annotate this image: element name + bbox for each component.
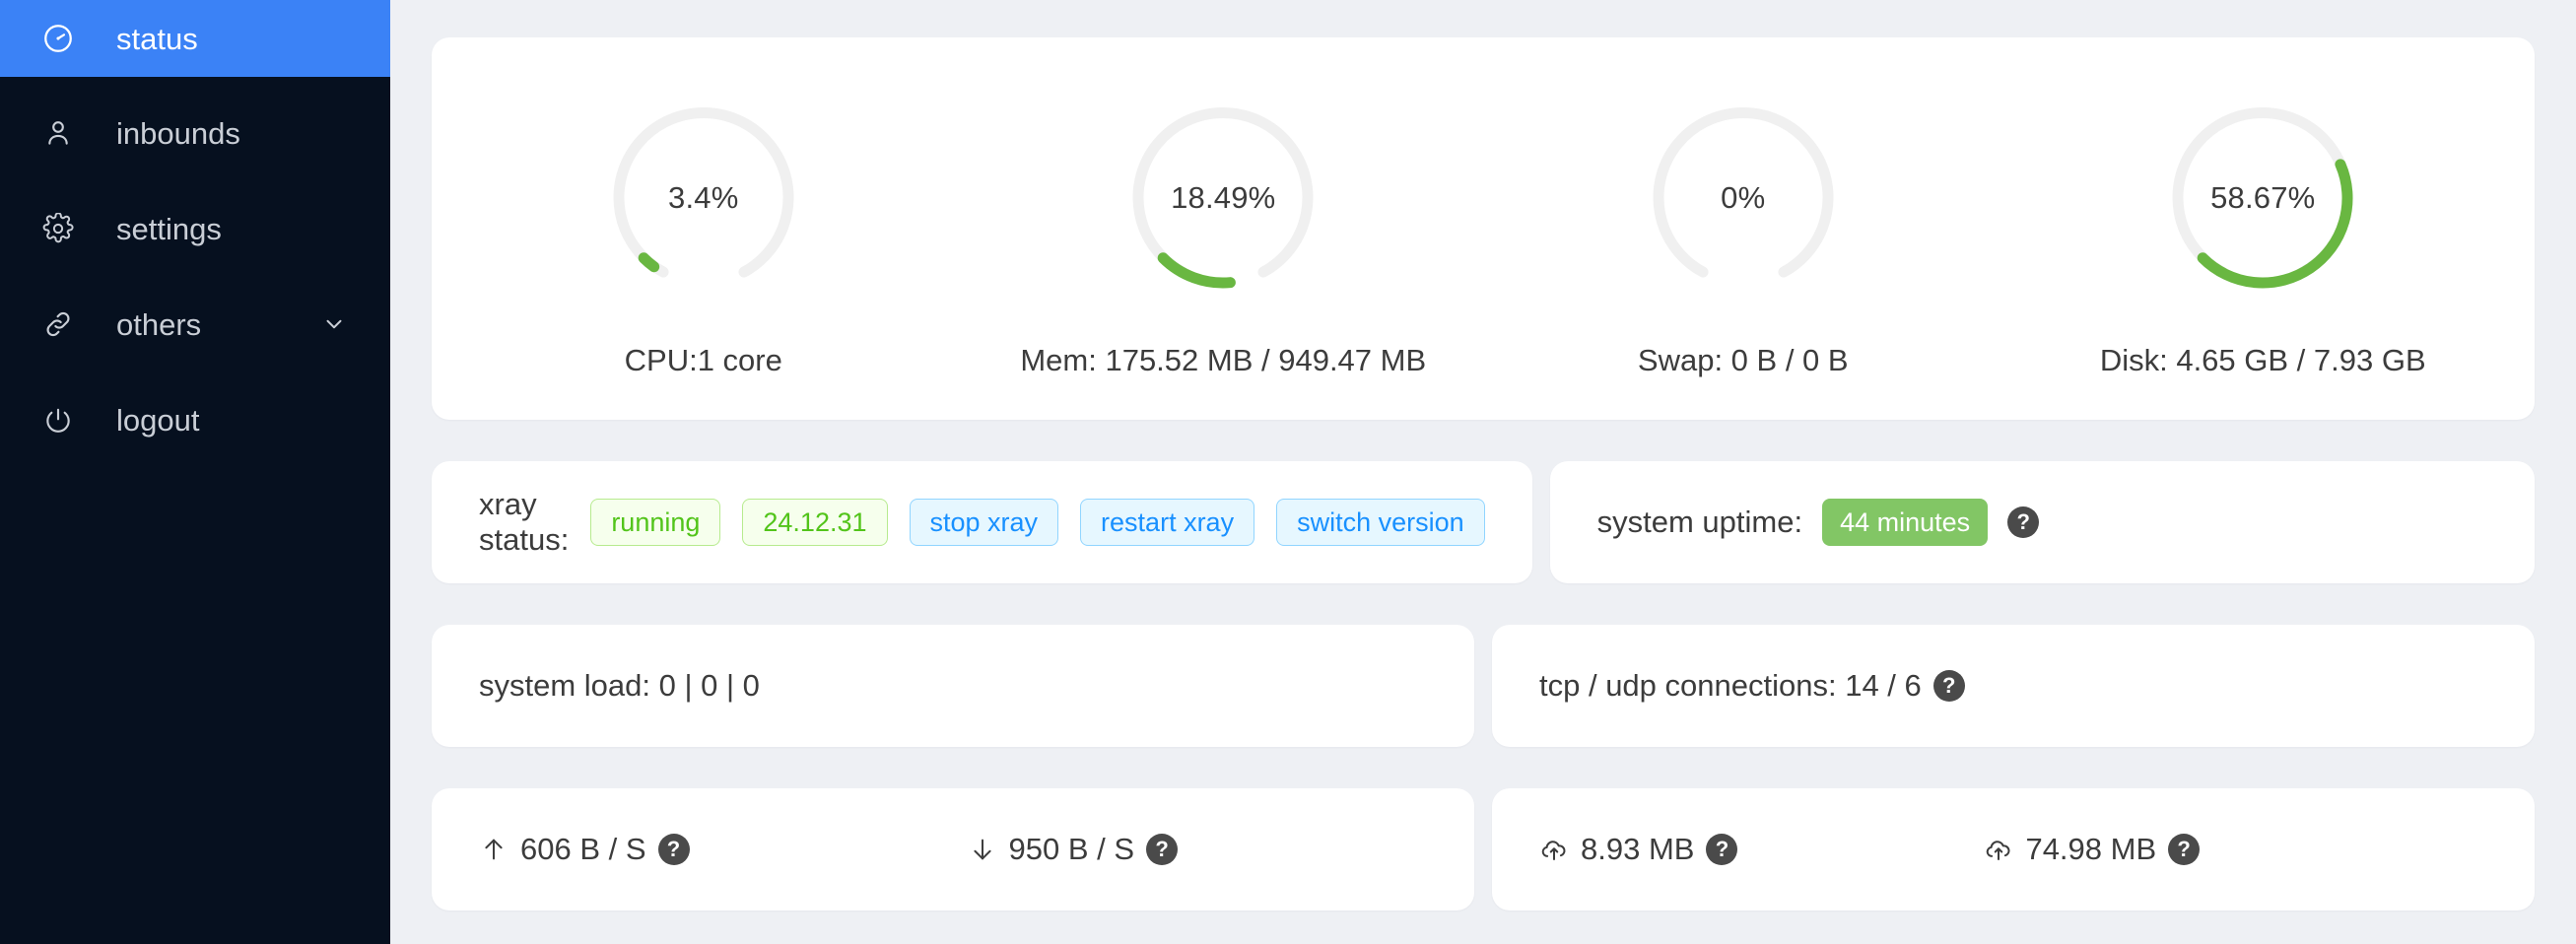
user-icon bbox=[39, 114, 77, 152]
link-icon bbox=[39, 305, 77, 343]
status-row-1: xray status: running 24.12.31 stop xray … bbox=[432, 461, 2535, 583]
stop-xray-button[interactable]: stop xray bbox=[909, 499, 1059, 546]
gauge-dial: 3.4% bbox=[584, 79, 823, 317]
system-uptime-label: system uptime: bbox=[1596, 505, 1803, 539]
cloud-upload-icon bbox=[1984, 835, 2013, 864]
switch-version-button[interactable]: switch version bbox=[1276, 499, 1485, 546]
traffic-speed-card: 606 B / S ? 950 B / S ? bbox=[432, 788, 1474, 910]
gauge-dial: 58.67% bbox=[2143, 79, 2382, 317]
gauge-disk: 58.67% Disk: 4.65 GB / 7.93 GB bbox=[2003, 79, 2524, 378]
gauge-value: 0% bbox=[1721, 180, 1766, 215]
gauge-swap: 0% Swap: 0 B / 0 B bbox=[1483, 79, 2003, 378]
gauge-label: Disk: 4.65 GB / 7.93 GB bbox=[2099, 343, 2426, 377]
help-icon[interactable]: ? bbox=[1146, 834, 1179, 865]
sidebar-item-logout[interactable]: logout bbox=[0, 381, 390, 458]
xray-version-pill[interactable]: 24.12.31 bbox=[742, 499, 888, 546]
connections-help-wrap: ? bbox=[1932, 670, 1965, 702]
sidebar-item-label: status bbox=[116, 21, 198, 56]
status-row-3: 606 B / S ? 950 B / S ? 8.93 MB ? 74.98 … bbox=[432, 788, 2535, 910]
gauge-label: CPU:1 core bbox=[624, 343, 782, 377]
help-icon[interactable]: ? bbox=[2168, 834, 2201, 865]
gauge-mem: 18.49% Mem: 175.52 MB / 949.47 MB bbox=[964, 79, 1484, 378]
total-received-text: 74.98 MB bbox=[2025, 832, 2157, 866]
upload-speed-text: 606 B / S bbox=[520, 832, 646, 866]
gauge-dial: 18.49% bbox=[1104, 79, 1342, 317]
arrow-up-icon bbox=[479, 835, 508, 864]
arrow-down-icon bbox=[968, 835, 997, 864]
system-uptime-badge: 44 minutes bbox=[1822, 499, 1989, 546]
speed-group: 606 B / S ? 950 B / S ? bbox=[479, 832, 1427, 867]
total-received: 74.98 MB ? bbox=[1984, 832, 2201, 867]
sidebar-item-status[interactable]: status bbox=[0, 0, 390, 77]
download-speed-text: 950 B / S bbox=[1008, 832, 1135, 866]
gauge-dial: 0% bbox=[1624, 79, 1863, 317]
gauge-label: Swap: 0 B / 0 B bbox=[1637, 343, 1849, 377]
connections-text: tcp / udp connections: 14 / 6 bbox=[1539, 668, 1922, 703]
help-icon[interactable]: ? bbox=[657, 834, 690, 865]
help-icon[interactable]: ? bbox=[1932, 670, 1965, 702]
gauge-progress bbox=[1157, 252, 1237, 289]
system-uptime-card: system uptime: 44 minutes ? bbox=[1549, 461, 2535, 583]
dashboard-icon bbox=[39, 20, 77, 57]
sidebar-item-settings[interactable]: settings bbox=[0, 190, 390, 267]
sidebar: status inbounds settings others logout bbox=[0, 0, 390, 944]
gauge-label: Mem: 175.52 MB / 949.47 MB bbox=[1020, 343, 1427, 377]
connections-card: tcp / udp connections: 14 / 6 ? bbox=[1492, 625, 2535, 747]
help-icon[interactable]: ? bbox=[1706, 834, 1738, 865]
download-speed: 950 B / S ? bbox=[968, 832, 1179, 867]
xray-status-label: xray status: bbox=[479, 487, 570, 557]
logout-icon bbox=[39, 401, 77, 438]
sidebar-item-inbounds[interactable]: inbounds bbox=[0, 95, 390, 171]
system-load-text: system load: 0 | 0 | 0 bbox=[479, 668, 760, 703]
sidebar-item-label: logout bbox=[116, 402, 200, 438]
total-group: 8.93 MB ? 74.98 MB ? bbox=[1539, 832, 2487, 867]
cloud-upload-icon bbox=[1539, 835, 1569, 864]
total-sent: 8.93 MB ? bbox=[1539, 832, 1738, 867]
app-root: status inbounds settings others logout 3… bbox=[0, 0, 2576, 944]
restart-xray-button[interactable]: restart xray bbox=[1080, 499, 1255, 546]
gauge-value: 58.67% bbox=[2210, 180, 2316, 215]
gauge-value: 3.4% bbox=[668, 180, 739, 215]
gauge-progress bbox=[638, 252, 659, 273]
gear-icon bbox=[39, 210, 77, 247]
system-gauges-card: 3.4% CPU:1 core 18.49% Mem: 175.52 MB / … bbox=[432, 37, 2535, 420]
sidebar-item-label: settings bbox=[116, 211, 222, 246]
sidebar-item-label: inbounds bbox=[116, 115, 240, 151]
xray-status-line: xray status: running 24.12.31 stop xray … bbox=[479, 487, 1485, 558]
system-load-card: system load: 0 | 0 | 0 bbox=[432, 625, 1474, 747]
system-uptime-line: system uptime: 44 minutes ? bbox=[1597, 499, 2040, 546]
upload-speed: 606 B / S ? bbox=[479, 832, 690, 867]
sidebar-item-others[interactable]: others bbox=[0, 286, 390, 363]
sidebar-item-label: others bbox=[116, 306, 202, 342]
main-content: 3.4% CPU:1 core 18.49% Mem: 175.52 MB / … bbox=[390, 0, 2576, 944]
gauge-value: 18.49% bbox=[1171, 180, 1276, 215]
xray-running-pill[interactable]: running bbox=[590, 499, 721, 546]
chevron-down-icon[interactable] bbox=[321, 311, 347, 337]
traffic-total-card: 8.93 MB ? 74.98 MB ? bbox=[1492, 788, 2535, 910]
gauge-cpu: 3.4% CPU:1 core bbox=[443, 79, 964, 378]
help-icon[interactable]: ? bbox=[2007, 506, 2040, 538]
xray-status-card: xray status: running 24.12.31 stop xray … bbox=[432, 461, 1532, 583]
total-sent-text: 8.93 MB bbox=[1581, 832, 1695, 866]
status-row-2: system load: 0 | 0 | 0 tcp / udp connect… bbox=[432, 625, 2535, 747]
